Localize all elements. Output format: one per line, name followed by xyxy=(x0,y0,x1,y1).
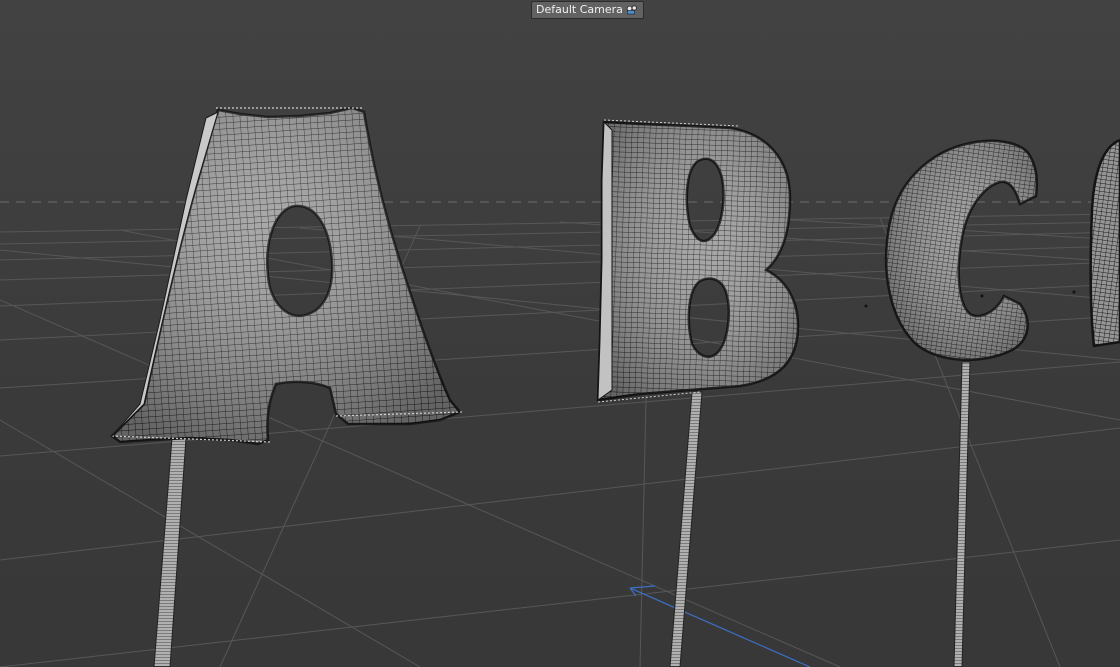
balloon-a-shading xyxy=(112,108,460,444)
camera-label: Default Camera xyxy=(536,3,623,16)
world-axis-indicator xyxy=(629,585,811,667)
balloon-letter-a[interactable] xyxy=(110,106,463,667)
camera-icon xyxy=(626,5,638,15)
balloon-letter-c[interactable] xyxy=(884,139,1038,667)
viewport-scene[interactable] xyxy=(0,0,1120,667)
balloon-b-shading xyxy=(598,122,798,400)
balloon-letter-partial[interactable] xyxy=(1089,138,1120,348)
camera-selector[interactable]: Default Camera xyxy=(531,1,644,19)
balloon-b-side xyxy=(597,120,613,401)
balloon-letter-b[interactable] xyxy=(596,119,800,667)
3d-viewport[interactable]: Default Camera xyxy=(0,0,1120,667)
balloon-partial-body xyxy=(1089,138,1120,348)
balloon-b-stick xyxy=(669,391,703,667)
balloon-a-stick xyxy=(153,437,187,667)
